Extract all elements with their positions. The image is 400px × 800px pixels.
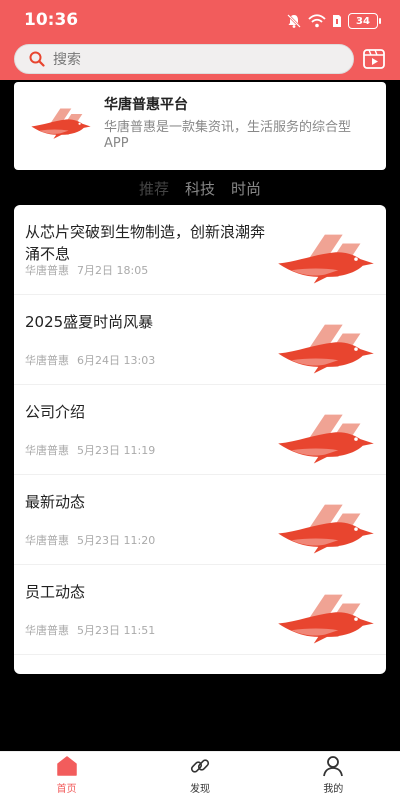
search-icon bbox=[29, 51, 45, 67]
nav-discover-label: 发现 bbox=[189, 784, 210, 795]
nav-home-label: 首页 bbox=[56, 784, 77, 795]
status-bar: 10:36 34 bbox=[0, 0, 400, 40]
article-title: 公司介绍 bbox=[25, 403, 86, 421]
nav-home[interactable]: 首页 bbox=[0, 752, 133, 800]
article-meta: 华唐普惠 5月23日 11:20 bbox=[25, 532, 155, 548]
video-icon[interactable] bbox=[362, 47, 386, 71]
article-thumbnail-icon bbox=[278, 234, 374, 284]
battery-icon: 34 bbox=[348, 13, 381, 29]
article-list: 从芯片突破到生物制造，创新浪潮奔涌不息 华唐普惠 7月2日 18:05 2025… bbox=[14, 205, 386, 674]
article-thumbnail-icon bbox=[278, 594, 374, 644]
article-date: 5月23日 11:51 bbox=[77, 624, 156, 637]
article-meta: 华唐普惠 6月24日 13:03 bbox=[25, 352, 155, 368]
mute-bell-icon bbox=[287, 14, 301, 28]
platform-title: 华唐普惠平台 bbox=[104, 97, 188, 113]
article-title: 最新动态 bbox=[25, 493, 86, 511]
article-thumbnail-icon bbox=[278, 414, 374, 464]
battery-level: 34 bbox=[356, 15, 370, 27]
search-input[interactable]: 搜索 bbox=[14, 44, 354, 74]
link-icon bbox=[190, 759, 210, 773]
article-title: 从芯片突破到生物制造，创新浪潮奔涌不息 bbox=[25, 223, 266, 263]
article-source: 华唐普惠 bbox=[25, 444, 69, 457]
sim-icon bbox=[333, 15, 341, 27]
article-date: 6月24日 13:03 bbox=[77, 354, 156, 367]
brand-logo-icon bbox=[31, 108, 91, 139]
article-thumbnail-icon bbox=[278, 324, 374, 374]
article-title: 员工动态 bbox=[25, 583, 86, 601]
home-icon bbox=[56, 756, 77, 776]
tab-recommend[interactable]: 推荐 bbox=[138, 178, 170, 209]
list-item[interactable]: 最新动态 华唐普惠 5月23日 11:20 bbox=[14, 475, 386, 565]
article-date: 7月2日 18:05 bbox=[77, 264, 149, 277]
list-item[interactable]: 从芯片突破到生物制造，创新浪潮奔涌不息 华唐普惠 7月2日 18:05 bbox=[14, 205, 386, 295]
wifi-icon bbox=[308, 14, 326, 28]
article-meta: 华唐普惠 5月23日 11:51 bbox=[25, 622, 155, 638]
status-icons: 34 bbox=[286, 11, 381, 31]
nav-mine-label: 我的 bbox=[323, 784, 344, 795]
nav-discover[interactable]: 发现 bbox=[133, 752, 266, 800]
list-item[interactable]: 2025盛夏时尚风暴 华唐普惠 6月24日 13:03 bbox=[14, 295, 386, 385]
platform-card[interactable]: 华唐普惠平台 华唐普惠是一款集资讯，生活服务的综合型APP bbox=[14, 82, 386, 170]
article-source: 华唐普惠 bbox=[25, 354, 69, 367]
platform-description: 华唐普惠是一款集资讯，生活服务的综合型APP bbox=[104, 120, 352, 151]
tab-tech[interactable]: 科技 bbox=[184, 178, 216, 204]
bottom-nav: 首页 发现 我的 bbox=[0, 751, 400, 800]
article-date: 5月23日 11:19 bbox=[77, 444, 156, 457]
article-source: 华唐普惠 bbox=[25, 534, 69, 547]
article-source: 华唐普惠 bbox=[25, 264, 69, 277]
article-meta: 华唐普惠 5月23日 11:19 bbox=[25, 442, 155, 458]
tab-fashion[interactable]: 时尚 bbox=[230, 178, 262, 204]
category-tabs: 推荐 科技 时尚 bbox=[0, 178, 400, 209]
list-item[interactable]: 员工动态 华唐普惠 5月23日 11:51 bbox=[14, 565, 386, 655]
article-date: 5月23日 11:20 bbox=[77, 534, 156, 547]
search-placeholder: 搜索 bbox=[53, 52, 81, 68]
article-meta: 华唐普惠 7月2日 18:05 bbox=[25, 262, 148, 278]
status-time: 10:36 bbox=[24, 10, 79, 30]
nav-mine[interactable]: 我的 bbox=[267, 752, 400, 800]
user-icon bbox=[323, 756, 344, 777]
header-bar: 10:36 34 搜索 bbox=[0, 0, 400, 80]
article-title: 2025盛夏时尚风暴 bbox=[25, 313, 154, 331]
article-thumbnail-icon bbox=[278, 504, 374, 554]
article-source: 华唐普惠 bbox=[25, 624, 69, 637]
list-item[interactable]: 公司介绍 华唐普惠 5月23日 11:19 bbox=[14, 385, 386, 475]
